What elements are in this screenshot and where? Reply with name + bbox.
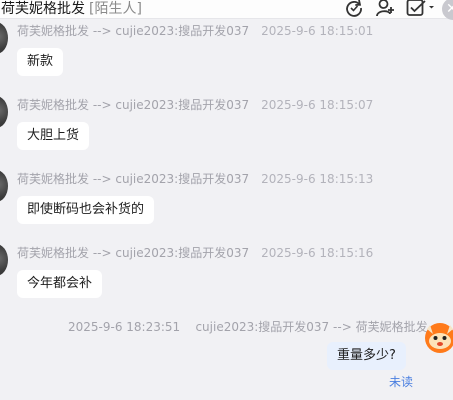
message-meta: 荷芙妮格批发 --> cujie2023:搜品开发037 2025-9-6 18:… <box>17 172 374 186</box>
close-icon[interactable]: ✕ <box>442 0 453 20</box>
avatar[interactable] <box>0 22 8 54</box>
stranger-tag: [陌生人] <box>89 1 142 17</box>
message-bubble: 即使断码也会补货的 <box>17 196 155 224</box>
avatar[interactable] <box>424 320 453 354</box>
refresh-icon[interactable] <box>344 0 364 18</box>
message-meta: 荷芙妮格批发 --> cujie2023:搜品开发037 2025-9-6 18:… <box>17 24 374 38</box>
avatar[interactable] <box>0 170 8 202</box>
message-bubble: 今年都会补 <box>17 270 103 298</box>
contact-name: 荷芙妮格批发 <box>1 1 85 17</box>
my-message-bubble: 重量多少? <box>327 342 406 370</box>
message-bubble: 新款 <box>17 48 64 76</box>
chat-header: 荷芙妮格批发 [陌生人] ✕ <box>0 0 453 20</box>
avatar[interactable] <box>0 244 8 276</box>
message-bubble: 大胆上货 <box>17 122 90 150</box>
unread-status: 未读 <box>389 375 414 389</box>
avatar[interactable] <box>0 96 8 128</box>
message-meta: 荷芙妮格批发 --> cujie2023:搜品开发037 2025-9-6 18:… <box>17 98 374 112</box>
add-user-icon[interactable] <box>375 0 395 18</box>
chat-title: 荷芙妮格批发 [陌生人] <box>1 0 142 18</box>
message-meta: 2025-9-6 18:23:51 cujie2023:搜品开发037 --> … <box>68 320 428 334</box>
check-square-icon[interactable] <box>406 0 436 18</box>
message-meta: 荷芙妮格批发 --> cujie2023:搜品开发037 2025-9-6 18:… <box>17 246 374 260</box>
